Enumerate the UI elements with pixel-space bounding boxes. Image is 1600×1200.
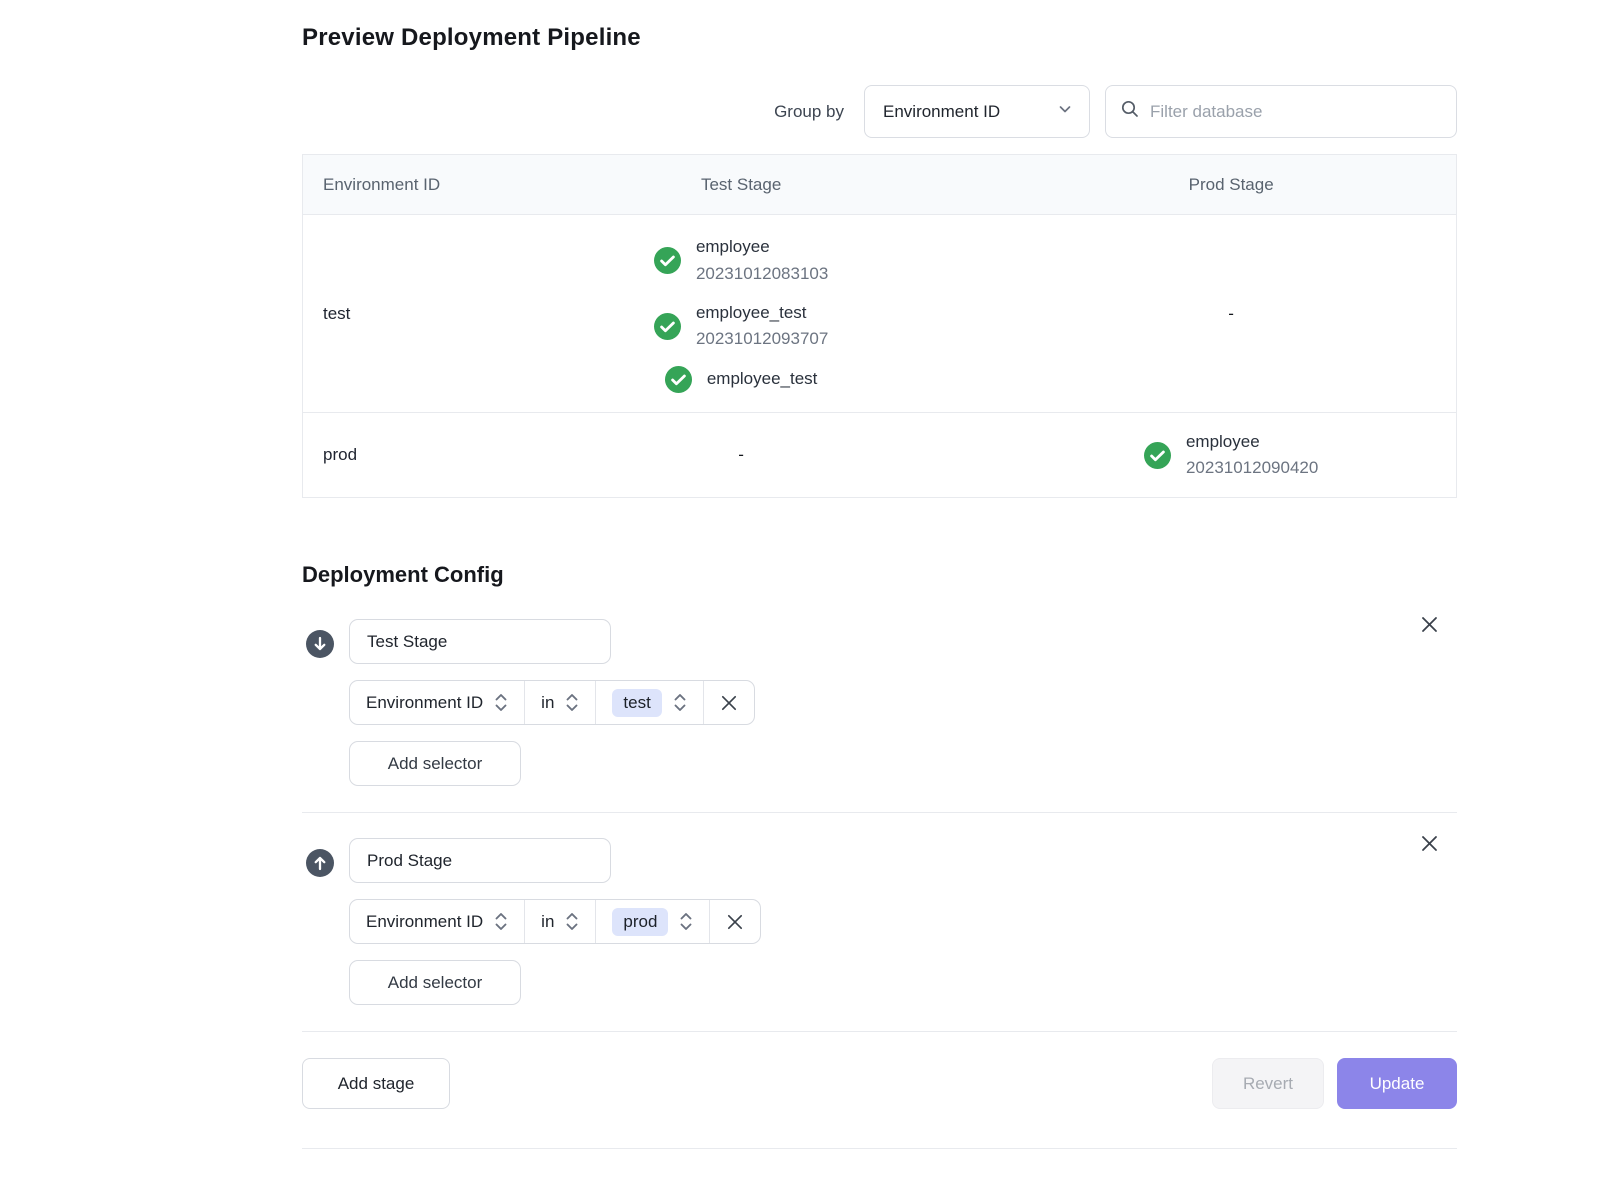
footer-divider <box>302 1031 1457 1032</box>
search-icon <box>1120 99 1140 124</box>
label-selector: Environment ID in prod <box>349 899 761 944</box>
database-version: 20231012093707 <box>696 326 828 352</box>
database-entry: employee_test 20231012093707 <box>654 300 828 353</box>
add-selector-button[interactable]: Add selector <box>349 960 521 1005</box>
deployment-pipeline-page: Preview Deployment Pipeline Group by Env… <box>302 0 1457 1149</box>
selector-key-select[interactable]: Environment ID <box>350 681 524 724</box>
selector-operator-value: in <box>541 912 554 932</box>
success-check-icon <box>654 247 681 274</box>
selector-operator-select[interactable]: in <box>524 900 595 943</box>
label-selector: Environment ID in test <box>349 680 755 725</box>
group-by-select[interactable]: Environment ID <box>864 85 1090 138</box>
table-row-test: test employee 20231012083103 employee_te… <box>303 214 1456 412</box>
stage-config-prod: Environment ID in prod Add selector <box>302 838 1457 1005</box>
column-header-environment-id: Environment ID <box>303 175 476 195</box>
database-name: employee <box>696 234 828 260</box>
stage-divider <box>302 812 1457 813</box>
selector-key-select[interactable]: Environment ID <box>350 900 524 943</box>
database-name: employee_test <box>707 366 818 392</box>
selector-key-value: Environment ID <box>366 693 483 713</box>
prod-stage-cell: - <box>1006 304 1456 324</box>
empty-placeholder: - <box>738 445 744 464</box>
filter-database-input[interactable] <box>1150 102 1442 122</box>
column-header-test-stage: Test Stage <box>476 175 1006 195</box>
database-entry: employee 20231012090420 <box>1144 429 1318 482</box>
footer-actions: Add stage Revert Update <box>302 1058 1457 1109</box>
table-row-prod: prod - employee 20231012090420 <box>303 412 1456 497</box>
selector-value-badge: prod <box>612 908 668 936</box>
selector-value-select[interactable]: test <box>595 681 702 724</box>
success-check-icon <box>665 366 692 393</box>
updown-chevron-icon <box>494 692 508 713</box>
environment-id-cell: test <box>303 304 476 324</box>
selector-value-select[interactable]: prod <box>595 900 709 943</box>
database-entry: employee 20231012083103 <box>654 234 828 287</box>
table-header-row: Environment ID Test Stage Prod Stage <box>303 155 1456 214</box>
arrow-up-circle-icon <box>306 849 334 877</box>
prod-stage-cell: employee 20231012090420 <box>1006 429 1456 482</box>
remove-selector-icon[interactable] <box>703 681 754 724</box>
success-check-icon <box>654 313 681 340</box>
database-entry: employee_test <box>665 366 818 393</box>
pipeline-preview-table: Environment ID Test Stage Prod Stage tes… <box>302 154 1457 498</box>
group-by-selected-value: Environment ID <box>883 102 1000 122</box>
toolbar: Group by Environment ID <box>302 85 1457 138</box>
test-stage-cell: employee 20231012083103 employee_test 20… <box>476 234 1006 392</box>
column-header-prod-stage: Prod Stage <box>1006 175 1456 195</box>
add-stage-button[interactable]: Add stage <box>302 1058 450 1109</box>
remove-stage-icon[interactable] <box>1418 613 1440 635</box>
remove-stage-icon[interactable] <box>1418 832 1440 854</box>
bottom-divider <box>302 1148 1457 1149</box>
stage-title-input[interactable] <box>349 838 611 883</box>
success-check-icon <box>1144 442 1171 469</box>
environment-id-cell: prod <box>303 445 476 465</box>
test-stage-cell: - <box>476 445 1006 465</box>
page-title: Preview Deployment Pipeline <box>302 24 1457 52</box>
add-selector-button[interactable]: Add selector <box>349 741 521 786</box>
chevron-down-icon <box>1057 101 1073 122</box>
updown-chevron-icon <box>565 692 579 713</box>
remove-selector-icon[interactable] <box>709 900 760 943</box>
selector-operator-value: in <box>541 693 554 713</box>
revert-button[interactable]: Revert <box>1212 1058 1324 1109</box>
arrow-down-circle-icon <box>306 630 334 658</box>
stage-config-test: Environment ID in test Add selector <box>302 619 1457 786</box>
database-name: employee_test <box>696 300 828 326</box>
selector-value-badge: test <box>612 689 661 717</box>
updown-chevron-icon <box>673 692 687 713</box>
group-by-label: Group by <box>774 102 844 122</box>
selector-operator-select[interactable]: in <box>524 681 595 724</box>
empty-placeholder: - <box>1228 304 1234 323</box>
stage-title-input[interactable] <box>349 619 611 664</box>
updown-chevron-icon <box>565 911 579 932</box>
database-version: 20231012090420 <box>1186 455 1318 481</box>
update-button[interactable]: Update <box>1337 1058 1457 1109</box>
updown-chevron-icon <box>494 911 508 932</box>
selector-key-value: Environment ID <box>366 912 483 932</box>
filter-database-box[interactable] <box>1105 85 1457 138</box>
deployment-config-heading: Deployment Config <box>302 562 1457 588</box>
database-version: 20231012083103 <box>696 261 828 287</box>
updown-chevron-icon <box>679 911 693 932</box>
database-name: employee <box>1186 429 1318 455</box>
